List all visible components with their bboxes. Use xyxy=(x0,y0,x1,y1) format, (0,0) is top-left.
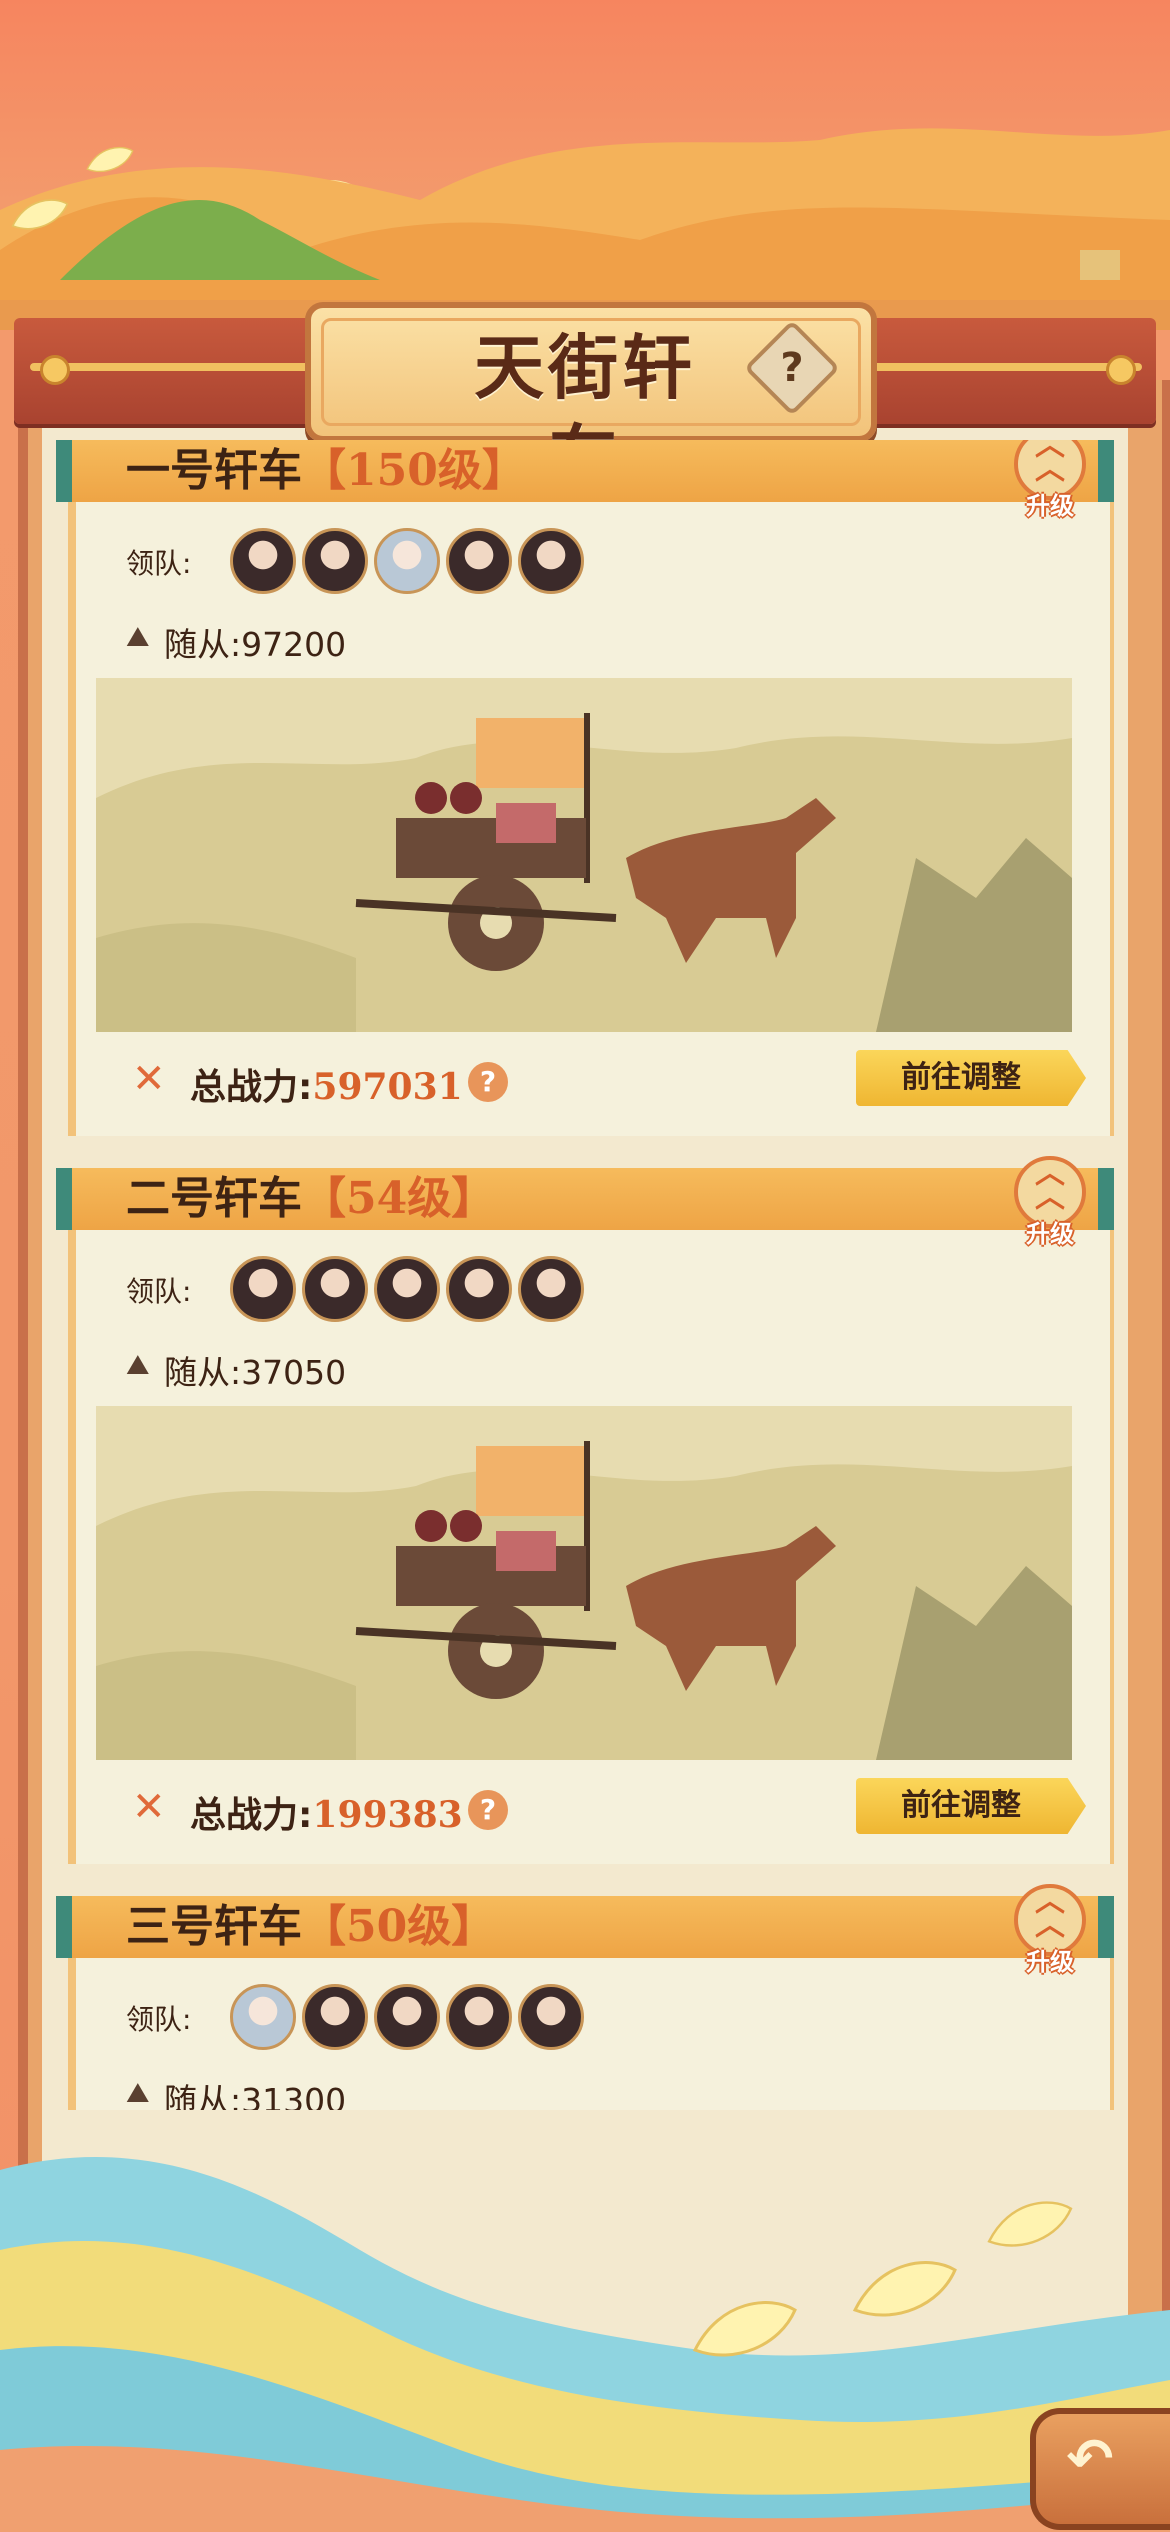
leader-avatar[interactable] xyxy=(518,1256,584,1322)
leader-avatar[interactable] xyxy=(446,1256,512,1322)
card-title-band: 二号轩车【54级】 xyxy=(56,1168,1114,1230)
leader-avatar[interactable] xyxy=(446,1984,512,2050)
power-help-button[interactable]: ? xyxy=(468,1062,508,1102)
leader-avatar[interactable] xyxy=(518,528,584,594)
landscape-hills xyxy=(0,128,1170,330)
followers-count: 随从:37050 xyxy=(164,1353,347,1392)
rail-knob-left xyxy=(40,355,70,385)
leader-label: 领队: xyxy=(126,547,192,580)
upgrade-button[interactable]: ︿ ︿ 升级 xyxy=(1006,1884,1086,1976)
leader-avatar[interactable] xyxy=(374,528,440,594)
page-title: 天街轩车 xyxy=(474,326,696,499)
followers-count: 随从:31300 xyxy=(164,2081,347,2110)
chevron-up-icon: ︿ ︿ xyxy=(1035,1884,1065,1943)
leaf-decoration xyxy=(11,199,69,230)
carriage-scene xyxy=(96,678,1072,1032)
crossed-swords-icon: ✕ xyxy=(132,1056,166,1102)
leader-avatar[interactable] xyxy=(374,1984,440,2050)
leader-avatar[interactable] xyxy=(446,528,512,594)
goto-adjust-button[interactable]: 前往调整 xyxy=(856,1778,1086,1834)
upgrade-button[interactable]: ︿ ︿ 升级 xyxy=(1006,1156,1086,1248)
carriage-scene xyxy=(96,1406,1072,1760)
people-icon: ⛰ xyxy=(126,1348,150,1381)
total-power: 总战力:199383 xyxy=(190,1794,463,1836)
leader-label: 领队: xyxy=(126,1275,192,1308)
people-icon: ⛰ xyxy=(126,620,150,653)
leaf-decoration xyxy=(852,2261,957,2317)
card-title-band: 一号轩车【150级】 xyxy=(56,440,1114,502)
question-icon[interactable]: ? xyxy=(758,334,826,402)
followers-count: 随从:97200 xyxy=(164,625,347,664)
chevron-up-icon: ︿ ︿ xyxy=(1035,1156,1065,1215)
chevron-up-icon: ︿ ︿ xyxy=(1035,440,1065,487)
card-title-band: 三号轩车【50级】 xyxy=(56,1896,1114,1958)
leader-label: 领队: xyxy=(126,2003,192,2036)
carriage-title: 二号轩车【54级】 xyxy=(126,1173,496,1224)
crossed-swords-icon: ✕ xyxy=(132,1784,166,1830)
rail-knob-right xyxy=(1106,355,1136,385)
upgrade-button[interactable]: ︿ ︿ 升级 xyxy=(1006,440,1086,520)
leader-avatar[interactable] xyxy=(374,1256,440,1322)
people-icon: ⛰ xyxy=(126,2076,150,2109)
leader-avatar[interactable] xyxy=(302,528,368,594)
carriage-title: 三号轩车【50级】 xyxy=(126,1901,496,1952)
leader-avatar[interactable] xyxy=(230,528,296,594)
leaf-decoration xyxy=(987,2201,1073,2247)
leader-avatar[interactable] xyxy=(302,1984,368,2050)
leaf-decoration xyxy=(86,146,134,173)
carriage-title: 一号轩车【150级】 xyxy=(126,445,526,496)
leader-avatar[interactable] xyxy=(518,1984,584,2050)
leader-avatar[interactable] xyxy=(230,1984,296,2050)
leaf-decoration xyxy=(692,2301,797,2357)
leader-avatar[interactable] xyxy=(230,1256,296,1322)
leader-avatar[interactable] xyxy=(302,1256,368,1322)
power-help-button[interactable]: ? xyxy=(468,1790,508,1830)
goto-adjust-button[interactable]: 前往调整 xyxy=(856,1050,1086,1106)
carriage-list[interactable]: 一号轩车【150级】 ︿ ︿ 升级 领队: ⛰ 随从:97200 ✕ 总战力:5… xyxy=(56,440,1114,2110)
back-arrow-icon[interactable]: ↶ xyxy=(1040,2410,1140,2510)
total-power: 总战力:597031 xyxy=(190,1066,463,1108)
